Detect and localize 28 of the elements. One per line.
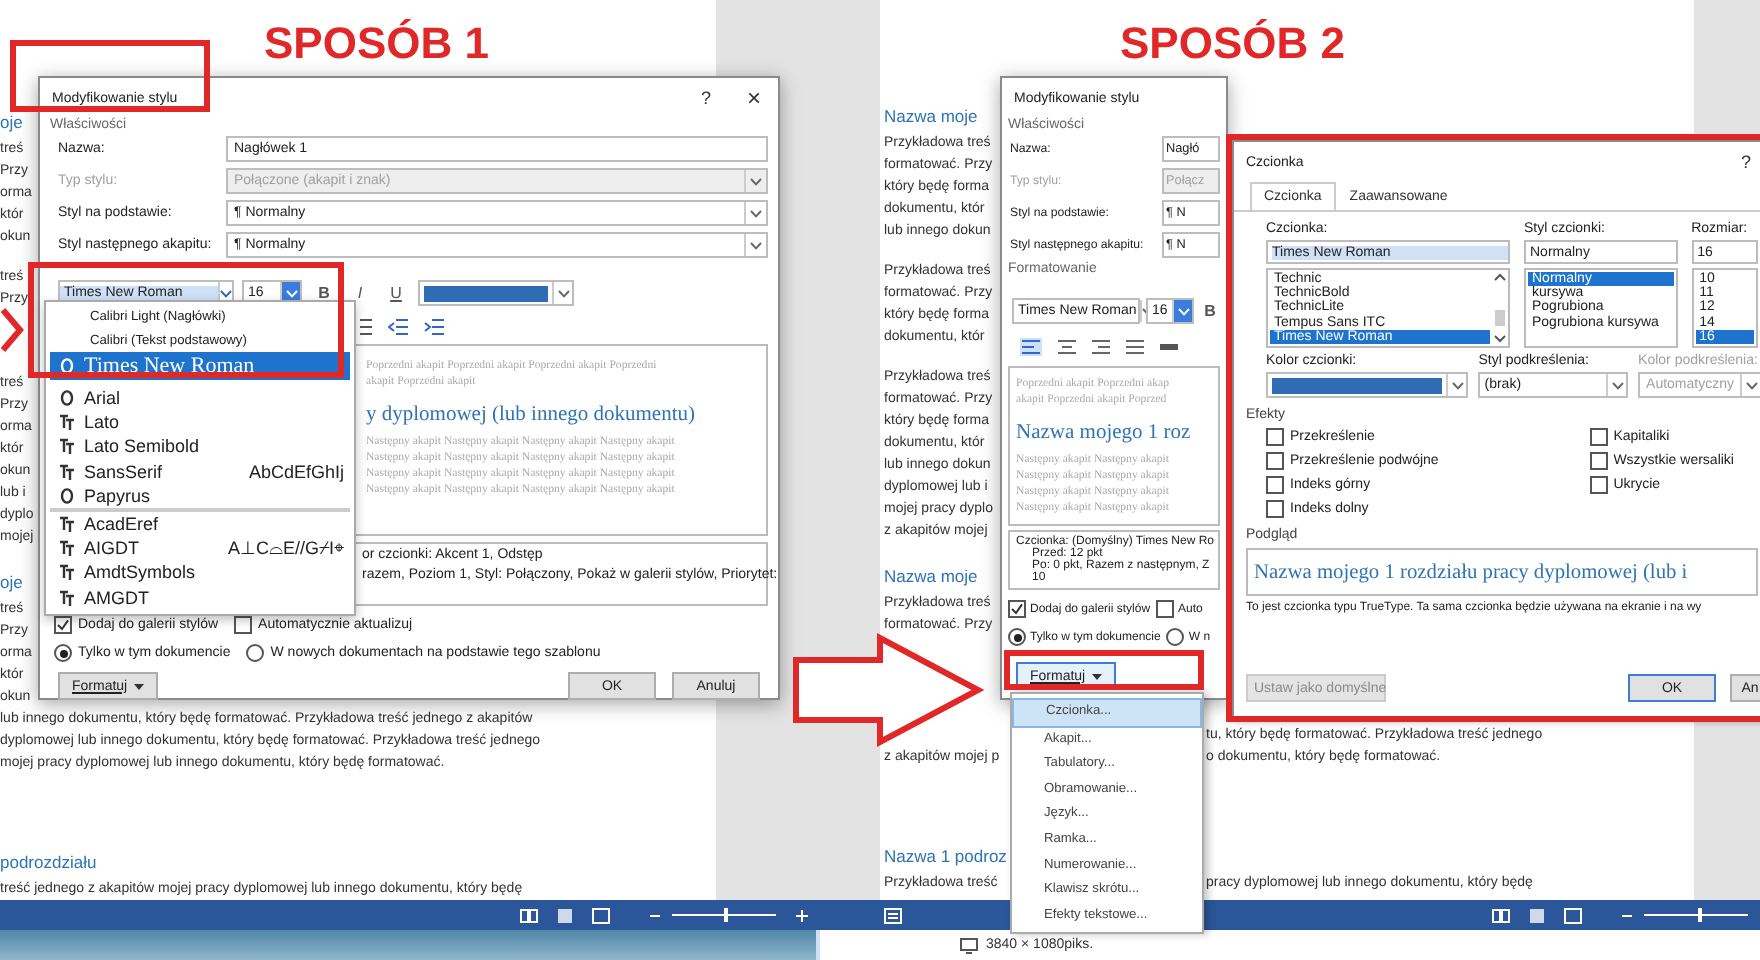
font-option[interactable]: Arial	[50, 386, 350, 411]
method-heading: SPOSÓB 1	[264, 18, 489, 70]
close-button[interactable]: ×	[730, 78, 778, 118]
format-button[interactable]: B	[1200, 299, 1220, 323]
document-heading: oje	[0, 570, 23, 596]
font-option[interactable]: Papyrus	[50, 483, 350, 512]
help-button[interactable]: ?	[1722, 142, 1760, 182]
font-option[interactable]: AcadEref	[50, 511, 350, 537]
font-option[interactable]: AmdtSymbols	[50, 560, 350, 585]
font-preview: Nazwa mojego 1 rozdziału pracy dyplomowej (lub i	[1246, 548, 1758, 596]
font-option[interactable]: Lato Semibold	[50, 434, 350, 460]
format-button[interactable]: I	[346, 281, 374, 305]
method-heading: SPOSÓB 2	[1120, 18, 1345, 70]
document-heading: Nazwa 1 podroz	[884, 844, 1007, 870]
document-heading: Nazwa moje	[884, 564, 978, 590]
format-button[interactable]: U	[382, 281, 410, 305]
font-sample: AbCdEfGhIj	[248, 461, 344, 482]
preview-heading: y dyplomowej (lub innego dokumentu)	[366, 404, 697, 426]
help-button[interactable]: ?	[682, 78, 730, 118]
font-option[interactable]: Lato	[50, 410, 350, 435]
document-heading: Nazwa moje	[884, 104, 978, 130]
document-heading: oje	[0, 110, 23, 136]
font-option[interactable]: SansSerif AbCdEfGhIj	[50, 459, 350, 484]
font-option[interactable]: AIGDT A⊥C⌓E//G⌿I⌖	[50, 536, 350, 561]
preview-heading: Nazwa mojego 1 roz	[1016, 422, 1193, 444]
font-sample: A⊥C⌓E//G⌿I⌖	[227, 537, 344, 560]
font-option[interactable]: AMGDT	[50, 585, 350, 610]
document-heading: podrozdziału	[0, 850, 97, 876]
